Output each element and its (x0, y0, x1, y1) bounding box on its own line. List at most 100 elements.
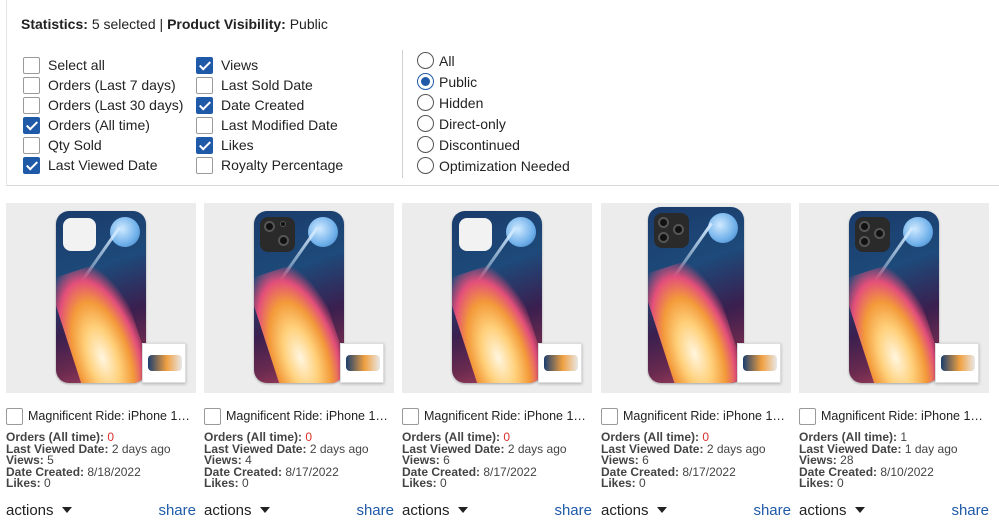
product-image[interactable] (402, 203, 592, 393)
checkbox[interactable] (196, 116, 213, 134)
checkbox[interactable] (196, 96, 213, 114)
camera-module (654, 213, 689, 248)
phone-case-image (648, 207, 744, 383)
stat-likes-value: 0 (837, 476, 844, 490)
checkbox[interactable] (23, 156, 40, 174)
visibility-value: Public (289, 16, 328, 32)
radio-button[interactable] (417, 94, 434, 111)
camera-module (855, 217, 890, 252)
stat-option-orders-last-7-days[interactable]: Orders (Last 7 days) (23, 75, 183, 95)
actions-dropdown[interactable]: actions (6, 502, 72, 519)
checkbox[interactable] (23, 56, 40, 74)
actions-dropdown[interactable]: actions (799, 502, 865, 519)
share-link[interactable]: share (356, 502, 394, 519)
stat-option-last-sold-date[interactable]: Last Sold Date (196, 75, 343, 95)
product-card: Magnificent Ride: iPhone 13 Case Orders (… (204, 203, 394, 519)
stat-date-created-value: 8/17/2022 (483, 464, 537, 479)
stat-date-created-value: 8/10/2022 (880, 464, 934, 479)
share-link[interactable]: share (951, 502, 989, 519)
actions-dropdown[interactable]: actions (402, 502, 468, 519)
radio-button[interactable] (417, 115, 434, 132)
stat-option-qty-sold[interactable]: Qty Sold (23, 135, 183, 155)
actions-dropdown[interactable]: actions (204, 502, 270, 519)
product-card: Magnificent Ride: iPhone 13 Pro... Orders… (799, 203, 989, 519)
checkbox[interactable] (23, 76, 40, 94)
share-link[interactable]: share (158, 502, 196, 519)
product-stats: Orders (All time): 0 Last Viewed Date: 2 … (601, 431, 791, 490)
stat-option-last-modified-date[interactable]: Last Modified Date (196, 115, 343, 135)
stat-likes-label: Likes: (601, 476, 636, 490)
actions-dropdown[interactable]: actions (601, 502, 667, 519)
radio-button[interactable] (417, 157, 434, 174)
visibility-label: Product Visibility: (167, 16, 286, 32)
visibility-option-all[interactable]: All (417, 50, 570, 71)
product-image[interactable] (601, 203, 791, 393)
checkbox[interactable] (196, 136, 213, 154)
stat-option-label: Likes (221, 137, 254, 153)
checkbox[interactable] (196, 76, 213, 94)
visibility-option-label: Hidden (439, 94, 484, 111)
stat-last-viewed-value: 2 days ago (706, 441, 766, 456)
stat-option-last-viewed-date[interactable]: Last Viewed Date (23, 155, 183, 175)
statistics-options-column-2: Views Last Sold Date Date Created Last Modi… (196, 55, 343, 175)
phone-case-image (849, 211, 939, 383)
stat-option-orders-all-time[interactable]: Orders (All time) (23, 115, 183, 135)
checkbox[interactable] (23, 136, 40, 154)
card-inset-image (935, 343, 979, 383)
visibility-option-hidden[interactable]: Hidden (417, 92, 570, 113)
product-stats: Orders (All time): 0 Last Viewed Date: 2 … (6, 431, 196, 490)
radio-button[interactable] (417, 73, 434, 90)
checkbox[interactable] (196, 56, 213, 74)
card-inset-image (340, 343, 384, 383)
checkbox[interactable] (196, 156, 213, 174)
stat-option-label: Royalty Percentage (221, 157, 344, 173)
product-grid: Magnificent Ride: iPhone 12 Pro... Orders… (6, 203, 999, 523)
visibility-option-discontinued[interactable]: Discontinued (417, 134, 570, 155)
product-select-checkbox[interactable] (402, 407, 419, 425)
flame-graphic (56, 258, 146, 383)
share-link[interactable]: share (753, 502, 791, 519)
stat-likes-value: 0 (440, 476, 447, 490)
product-select-checkbox[interactable] (204, 407, 221, 425)
stat-option-royalty-percentage[interactable]: Royalty Percentage (196, 155, 343, 175)
product-title[interactable]: Magnificent Ride: iPhone 13 Pro... (623, 409, 791, 423)
actions-label: actions (601, 501, 649, 519)
stat-likes: Likes: 0 (601, 476, 791, 490)
flame-graphic (849, 258, 939, 383)
checkbox[interactable] (23, 96, 40, 114)
product-select-checkbox[interactable] (6, 407, 23, 425)
visibility-option-optimization-needed[interactable]: Optimization Needed (417, 155, 570, 176)
checkbox[interactable] (23, 116, 40, 134)
stat-last-viewed-value: 2 days ago (309, 441, 369, 456)
product-title[interactable]: Magnificent Ride: iPhone 12 Pro... (28, 409, 196, 423)
stat-option-orders-last-30-days[interactable]: Orders (Last 30 days) (23, 95, 183, 115)
visibility-option-public[interactable]: Public (417, 71, 570, 92)
stat-last-viewed-value: 2 days ago (507, 441, 567, 456)
product-title[interactable]: Magnificent Ride: iPhone 12 Case (424, 409, 592, 423)
product-stats: Orders (All time): 0 Last Viewed Date: 2 … (204, 431, 394, 490)
camera-module (260, 217, 295, 252)
share-link[interactable]: share (554, 502, 592, 519)
stat-option-likes[interactable]: Likes (196, 135, 343, 155)
product-title[interactable]: Magnificent Ride: iPhone 13 Pro... (821, 409, 989, 423)
stat-option-views[interactable]: Views (196, 55, 343, 75)
product-image[interactable] (799, 203, 989, 393)
radio-button[interactable] (417, 136, 434, 153)
product-card: Magnificent Ride: iPhone 12 Pro... Orders… (6, 203, 196, 519)
product-image[interactable] (6, 203, 196, 393)
product-title[interactable]: Magnificent Ride: iPhone 13 Case (226, 409, 394, 423)
stat-option-select-all[interactable]: Select all (23, 55, 183, 75)
statistics-panel: Statistics: 5 selected | Product Visibil… (6, 0, 999, 186)
caret-down-icon (259, 507, 270, 513)
radio-button[interactable] (417, 52, 434, 69)
stat-option-date-created[interactable]: Date Created (196, 95, 343, 115)
product-card: Magnificent Ride: iPhone 12 Case Orders (… (402, 203, 592, 519)
product-image[interactable] (204, 203, 394, 393)
product-select-checkbox[interactable] (799, 407, 816, 425)
camera-cutout (459, 218, 492, 251)
product-title-row: Magnificent Ride: iPhone 12 Case (402, 407, 592, 425)
divider (402, 50, 403, 178)
visibility-option-direct-only[interactable]: Direct-only (417, 113, 570, 134)
product-select-checkbox[interactable] (601, 407, 618, 425)
product-card: Magnificent Ride: iPhone 13 Pro... Orders… (601, 203, 791, 519)
